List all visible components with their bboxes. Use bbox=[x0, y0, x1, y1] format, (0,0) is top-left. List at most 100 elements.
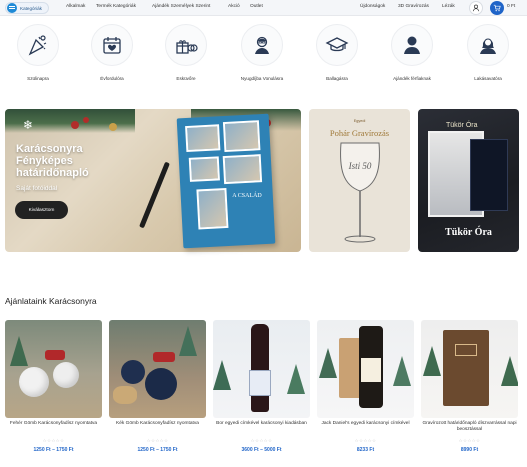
product-image[interactable] bbox=[5, 320, 102, 418]
cart-button[interactable] bbox=[490, 1, 504, 15]
product-price: 1250 Ft – 1750 Ft bbox=[33, 447, 74, 453]
nav-link-alkalmak[interactable]: Alkalmak bbox=[66, 4, 85, 9]
tree-decoration bbox=[393, 356, 411, 386]
gift-rings-icon bbox=[176, 40, 198, 54]
product-image[interactable] bbox=[109, 320, 206, 418]
white-ornament-ball bbox=[53, 362, 79, 388]
rating-stars: ☆☆☆☆☆ bbox=[42, 438, 65, 443]
product-name[interactable]: Fehér Gömb Karácsonyfadísz nyomtatva bbox=[5, 421, 102, 427]
occasion-label: Ballagásra bbox=[326, 76, 348, 81]
pinecone-decoration bbox=[113, 386, 137, 404]
photo-frame bbox=[188, 156, 220, 182]
tree-decoration bbox=[287, 364, 305, 394]
occasion-nyugdij[interactable]: Nyugdíjba Vonulásra bbox=[232, 24, 292, 86]
cart-icon bbox=[493, 4, 501, 12]
banner-kicker: Egyedi bbox=[353, 119, 366, 123]
occasion-icon-circle bbox=[91, 24, 133, 66]
tree-decoration bbox=[179, 326, 197, 356]
planner-book bbox=[443, 330, 489, 406]
product-name[interactable]: Kék Gömb Karácsonyfadísz nyomtatva bbox=[109, 421, 206, 427]
banner-title: Pohár Gravírozás bbox=[329, 128, 390, 138]
occasion-label: Nyugdíjba Vonulásra bbox=[240, 76, 284, 81]
account-button[interactable] bbox=[469, 1, 483, 15]
glass-engraving-text: Isti 50 bbox=[348, 161, 372, 171]
blue-ornament-ball bbox=[121, 360, 145, 384]
photo-frame bbox=[196, 187, 229, 230]
occasion-label: Esküvőre bbox=[176, 76, 196, 81]
rating-stars: ☆☆☆☆☆ bbox=[458, 438, 481, 443]
occasion-lakasavatora[interactable]: Lakásavatóra bbox=[458, 24, 518, 86]
nav-link-ujdonsagok[interactable]: Újdonságok bbox=[360, 4, 385, 9]
ribbon-decoration bbox=[153, 352, 175, 362]
ornament-ball bbox=[71, 121, 79, 129]
occasion-icon-circle bbox=[17, 24, 59, 66]
nav-link-akcio[interactable]: Akció bbox=[228, 4, 240, 9]
retiree-icon bbox=[255, 36, 269, 54]
banner-title-bottom: Tükör Óra bbox=[445, 227, 492, 238]
blue-ornament-ball bbox=[145, 368, 177, 400]
product-card[interactable]: Fehér Gömb Karácsonyfadísz nyomtatva ☆☆☆… bbox=[5, 320, 102, 460]
occasion-label: Lakásavatóra bbox=[474, 76, 502, 81]
product-name[interactable]: Bor egyedi címkével karácsonyi kiadásban bbox=[213, 421, 310, 427]
occasion-icon-circle bbox=[391, 24, 433, 66]
product-card[interactable]: Kék Gömb Karácsonyfadísz nyomtatva ☆☆☆☆☆… bbox=[109, 320, 206, 460]
calendar-heart-icon bbox=[103, 37, 121, 54]
top-nav: Kategóriák Alkalmak Termék Kategóriák Aj… bbox=[0, 0, 527, 16]
tree-decoration bbox=[501, 356, 518, 386]
engraving-mark bbox=[455, 344, 477, 356]
ornament-ball bbox=[109, 123, 117, 131]
product-card[interactable]: Bor egyedi címkével karácsonyi kiadásban… bbox=[213, 320, 310, 460]
white-ornament-ball bbox=[19, 367, 49, 397]
hero-title: Karácsonyra Fényképes határidőnapló bbox=[16, 143, 89, 179]
occasion-icon-circle bbox=[241, 24, 283, 66]
nav-link-termek-kategoriak[interactable]: Termék Kategóriák bbox=[96, 4, 136, 9]
rating-stars: ☆☆☆☆☆ bbox=[354, 438, 377, 443]
wine-glass-image: Isti 50 bbox=[340, 142, 380, 243]
product-image[interactable] bbox=[213, 320, 310, 418]
woman-icon bbox=[480, 38, 496, 54]
party-icon bbox=[28, 35, 47, 56]
banner-title-top: Tükör Óra bbox=[446, 122, 478, 129]
occasion-label: Ajándék férfiaknak bbox=[393, 76, 431, 81]
occasion-szulinapra[interactable]: Szülinapra bbox=[8, 24, 68, 86]
product-price: 3600 Ft – 5000 Ft bbox=[241, 447, 282, 453]
occasion-ferfiaknak[interactable]: Ajándék férfiaknak bbox=[382, 24, 442, 86]
rating-stars: ☆☆☆☆☆ bbox=[250, 438, 273, 443]
occasion-label: Évfordulóra bbox=[100, 76, 124, 81]
categories-menu-button[interactable]: Kategóriák bbox=[5, 2, 49, 14]
ribbon-decoration bbox=[45, 350, 65, 360]
product-name[interactable]: Jack Daniel's egyedi karácsonyi címkével bbox=[317, 421, 414, 427]
user-icon bbox=[472, 4, 480, 12]
occasion-icon-circle bbox=[165, 24, 207, 66]
product-image[interactable] bbox=[421, 320, 518, 418]
nav-link-3d-gravirozas[interactable]: 3D Gravírozás bbox=[398, 4, 429, 9]
hero-subtitle: Saját fotóiddal bbox=[16, 185, 58, 192]
product-image[interactable] bbox=[317, 320, 414, 418]
tree-decoration bbox=[10, 336, 28, 366]
occasion-evfordulora[interactable]: Évfordulóra bbox=[82, 24, 142, 86]
custom-label bbox=[249, 370, 271, 396]
section-title: Ajánlataink Karácsonyra bbox=[5, 296, 97, 306]
banner-glass-engraving[interactable]: Egyedi Pohár Gravírozás Isti 50 bbox=[309, 109, 410, 252]
product-card[interactable]: Jack Daniel's egyedi karácsonyi címkével… bbox=[317, 320, 414, 460]
occasion-label: Szülinapra bbox=[27, 76, 49, 81]
product-price: 8233 Ft bbox=[356, 447, 375, 453]
tree-decoration bbox=[423, 346, 441, 376]
book-cover-label: A CSALÁD bbox=[232, 193, 262, 199]
nav-link-lezak[interactable]: Lézák bbox=[442, 4, 455, 9]
photo-frame bbox=[222, 120, 261, 153]
product-name[interactable]: Gravírozott határidőnapló díszvarrással … bbox=[421, 421, 518, 433]
occasion-icon-circle bbox=[316, 24, 358, 66]
occasion-ballagasra[interactable]: Ballagásra bbox=[307, 24, 367, 86]
photo-frame bbox=[222, 154, 263, 185]
banner-mirror-watch[interactable]: Tükör Óra Tükör Óra bbox=[418, 109, 519, 252]
nav-link-outlet[interactable]: Outlet bbox=[250, 4, 263, 9]
product-price: 1250 Ft – 1750 Ft bbox=[137, 447, 178, 453]
hero-cta-button[interactable]: Kiválasztom bbox=[15, 201, 68, 219]
nav-link-szemelyek[interactable]: Ajándék Személyek Szerint bbox=[152, 4, 210, 9]
product-card[interactable]: Gravírozott határidőnapló díszvarrással … bbox=[421, 320, 518, 460]
cart-total: 0 Ft bbox=[507, 4, 516, 9]
graduation-cap-icon bbox=[325, 37, 349, 52]
occasion-eskuvore[interactable]: Esküvőre bbox=[156, 24, 216, 86]
photo-frame bbox=[185, 124, 221, 153]
